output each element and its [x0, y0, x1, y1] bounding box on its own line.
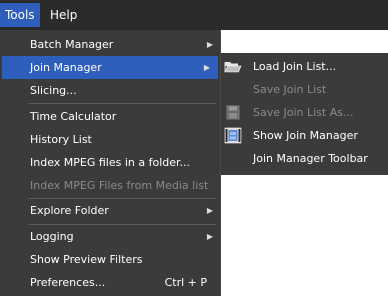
menu-item-time-calculator[interactable]: Time Calculator — [0, 105, 221, 128]
menu-item-index-mpeg-media-list: Index MPEG Files from Media list — [0, 174, 221, 197]
menu-item-save-join-list: Save Join List — [221, 78, 388, 101]
menubar: Tools Help — [0, 0, 388, 30]
menu-item-slicing[interactable]: Slicing... — [0, 79, 221, 102]
menu-item-label: Save Join List As... — [253, 106, 354, 119]
menu-item-label: Join Manager Toolbar — [253, 152, 368, 165]
menu-item-logging[interactable]: Logging ▶ — [0, 225, 221, 248]
menu-item-history-list[interactable]: History List — [0, 128, 221, 151]
menu-item-index-mpeg-folder[interactable]: Index MPEG files in a folder... — [0, 151, 221, 174]
menu-item-label: History List — [30, 133, 92, 146]
menu-item-explore-folder[interactable]: Explore Folder ▶ — [0, 199, 221, 222]
menu-item-label: Join Manager — [30, 61, 102, 74]
menu-item-show-join-manager[interactable]: Show Join Manager — [221, 124, 388, 147]
join-manager-submenu: Load Join List... Save Join List Save Jo… — [221, 53, 388, 175]
menu-item-label: Batch Manager — [30, 38, 114, 51]
submenu-arrow-icon: ▶ — [206, 40, 213, 49]
menu-separator — [28, 103, 216, 104]
tools-menu: Batch Manager ▶ Join Manager ▶ Slicing..… — [0, 30, 221, 296]
menubar-help[interactable]: Help — [44, 3, 83, 27]
menu-item-label: Load Join List... — [253, 60, 337, 73]
submenu-arrow-icon: ▶ — [203, 63, 210, 72]
menu-item-label: Show Preview Filters — [30, 253, 143, 266]
menu-item-label: Slicing... — [30, 84, 77, 97]
menu-item-label: Logging — [30, 230, 74, 243]
save-icon — [224, 104, 242, 121]
folder-open-icon — [224, 58, 242, 75]
menu-item-label: Index MPEG Files from Media list — [30, 179, 209, 192]
menu-item-label: Time Calculator — [30, 110, 117, 123]
menu-item-show-preview-filters[interactable]: Show Preview Filters — [0, 248, 221, 271]
menu-item-label: Index MPEG files in a folder... — [30, 156, 191, 169]
menu-item-preferences[interactable]: Preferences... Ctrl + P — [0, 271, 221, 294]
film-icon — [224, 127, 242, 144]
menu-item-label: Preferences... — [30, 276, 106, 289]
submenu-arrow-icon: ▶ — [206, 206, 213, 215]
menu-item-join-manager[interactable]: Join Manager ▶ — [2, 56, 218, 79]
menubar-tools[interactable]: Tools — [0, 3, 40, 27]
menu-item-label: Show Join Manager — [253, 129, 358, 142]
menu-item-label: Explore Folder — [30, 204, 109, 217]
shortcut-label: Ctrl + P — [164, 276, 207, 289]
menu-item-load-join-list[interactable]: Load Join List... — [221, 55, 388, 78]
menu-item-save-join-list-as: Save Join List As... — [221, 101, 388, 124]
submenu-arrow-icon: ▶ — [206, 232, 213, 241]
menu-item-batch-manager[interactable]: Batch Manager ▶ — [0, 33, 221, 56]
menu-item-join-manager-toolbar[interactable]: Join Manager Toolbar — [221, 147, 388, 170]
menu-item-label: Save Join List — [253, 83, 327, 96]
